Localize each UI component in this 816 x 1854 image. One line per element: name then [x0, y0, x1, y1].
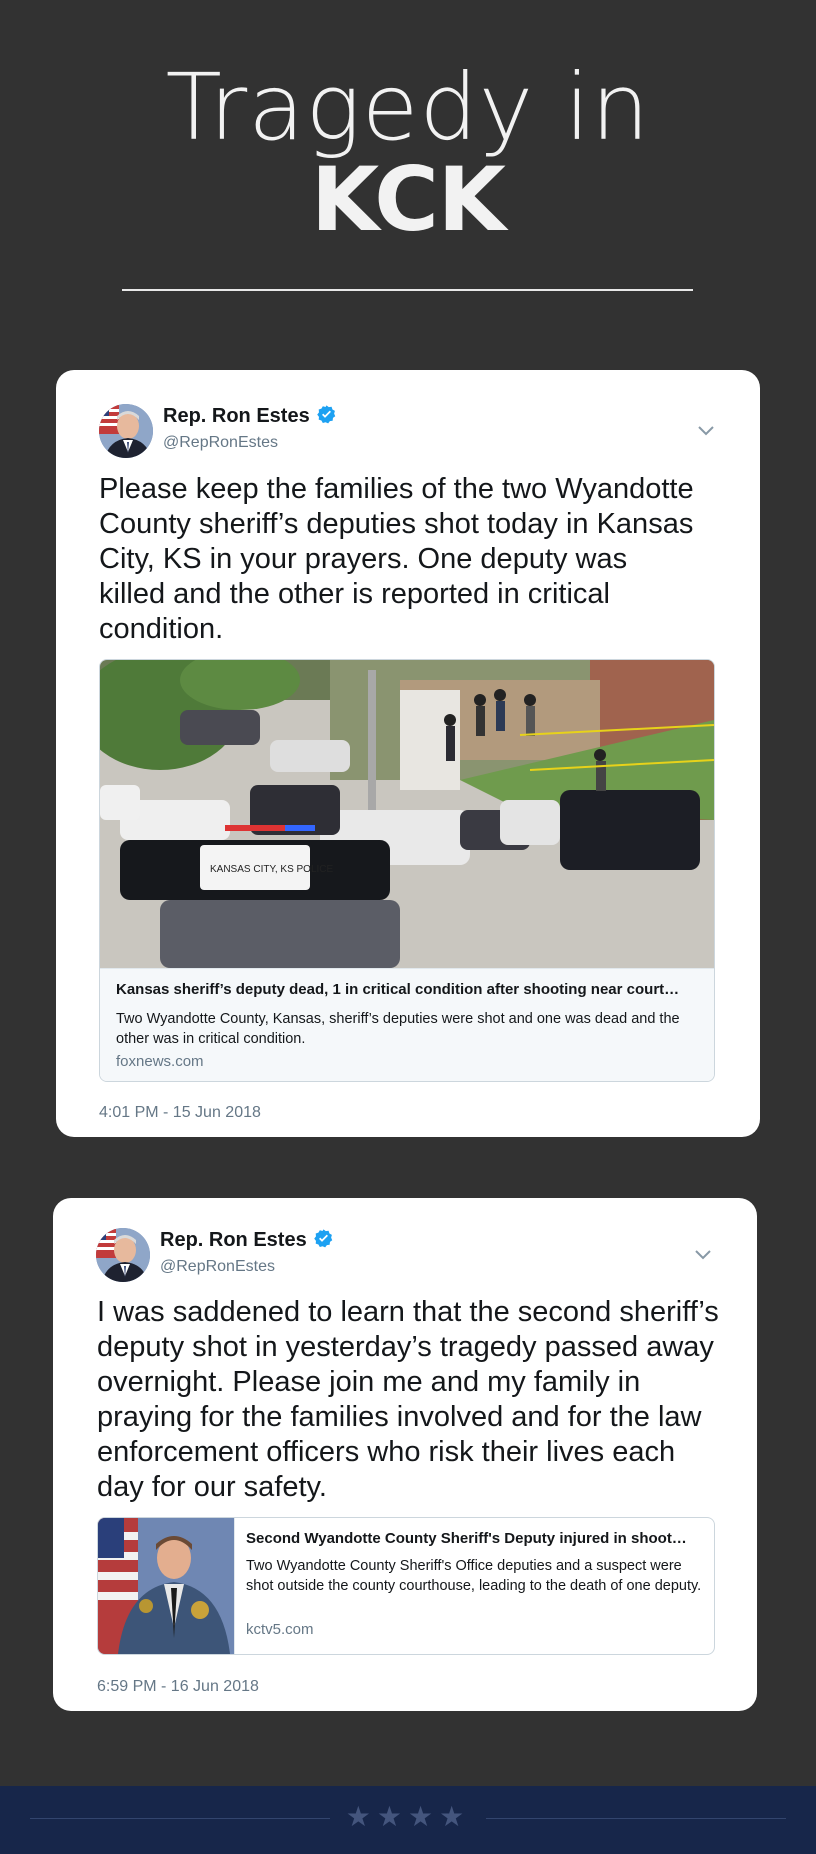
author-avatar[interactable] [96, 1228, 150, 1282]
link-domain[interactable]: kctv5.com [246, 1621, 314, 1638]
chevron-down-icon[interactable] [698, 426, 714, 436]
page-title-line1: Tragedy in [165, 54, 651, 161]
link-description: Two Wyandotte County Sheriff's Office de… [246, 1558, 702, 1594]
tweet-card[interactable]: Rep. Ron Estes @RepRonEstes Please keep … [56, 370, 760, 1137]
footer-rule-right [486, 1818, 786, 1819]
author-name[interactable]: Rep. Ron Estes [163, 404, 337, 431]
verified-badge-icon [313, 1228, 334, 1255]
tweet-text: I was saddened to learn that the second … [97, 1296, 719, 1503]
chevron-down-icon[interactable] [695, 1250, 711, 1260]
svg-text:KANSAS CITY, KS POLICE: KANSAS CITY, KS POLICE [210, 864, 334, 875]
author-name-text[interactable]: Rep. Ron Estes [160, 1229, 307, 1251]
tweet-timestamp[interactable]: 4:01 PM - 15 Jun 2018 [99, 1104, 261, 1122]
tweet-text: Please keep the families of the two Wyan… [99, 473, 694, 645]
page-footer: ★★★★ [0, 1786, 816, 1854]
title-divider [122, 289, 693, 291]
link-preview-card[interactable]: KANSAS CITY, KS POLICE Kansas sheriff’s … [99, 659, 715, 1082]
deputy-portrait-image [98, 1518, 235, 1654]
link-preview-meta[interactable]: Kansas sheriff’s deputy dead, 1 in criti… [100, 968, 714, 1081]
footer-rule-left [30, 1818, 330, 1819]
author-name-text[interactable]: Rep. Ron Estes [163, 405, 310, 427]
tweet-card[interactable]: Rep. Ron Estes @RepRonEstes I was sadden… [53, 1198, 757, 1711]
link-title[interactable]: Kansas sheriff’s deputy dead, 1 in criti… [116, 981, 702, 998]
verified-badge-icon [316, 404, 337, 431]
tweet-timestamp[interactable]: 6:59 PM - 16 Jun 2018 [97, 1678, 259, 1696]
footer-stars-icon: ★★★★ [345, 1801, 471, 1832]
link-title[interactable]: Second Wyandotte County Sheriff's Deputy… [246, 1530, 702, 1547]
link-domain[interactable]: foxnews.com [116, 1053, 204, 1070]
author-handle[interactable]: @RepRonEstes [160, 1258, 275, 1276]
news-photo-image: KANSAS CITY, KS POLICE [100, 660, 714, 968]
author-handle[interactable]: @RepRonEstes [163, 434, 278, 452]
author-avatar[interactable] [99, 404, 153, 458]
link-description: Two Wyandotte County, Kansas, sheriff’s … [116, 1011, 680, 1047]
author-name[interactable]: Rep. Ron Estes [160, 1228, 334, 1255]
page-title-line2: KCK [310, 148, 506, 251]
link-preview-card[interactable]: Second Wyandotte County Sheriff's Deputy… [97, 1517, 715, 1655]
